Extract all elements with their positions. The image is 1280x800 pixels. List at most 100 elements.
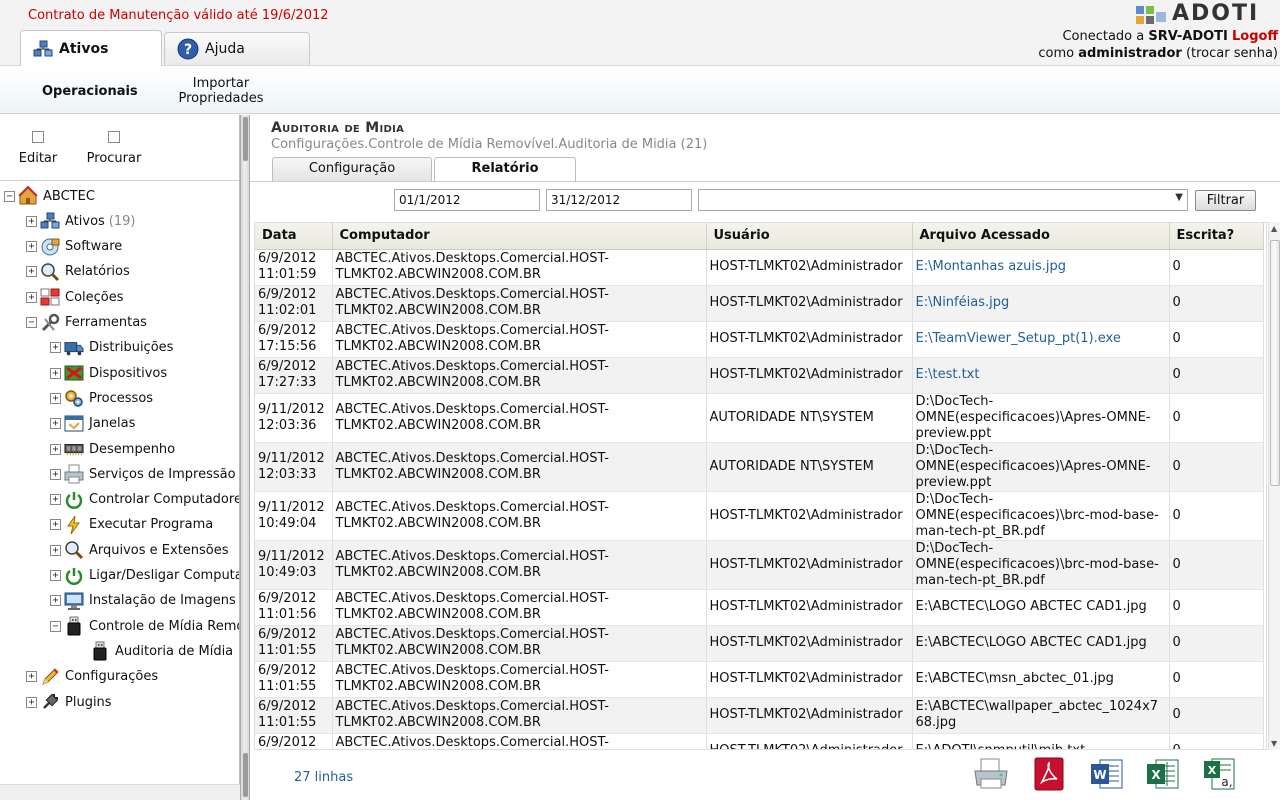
logoff-link[interactable]: Logoff bbox=[1232, 29, 1278, 44]
expand-icon[interactable]: + bbox=[26, 696, 37, 708]
expand-icon[interactable]: + bbox=[50, 418, 61, 430]
cell-file[interactable]: E:\test.txt bbox=[912, 357, 1170, 394]
splitter-grip-top[interactable] bbox=[243, 117, 248, 161]
export-excel-button[interactable]: X bbox=[1144, 755, 1182, 793]
tree-item-ligar-desligar-computadores[interactable]: + Ligar/Desligar Computadores bbox=[50, 565, 239, 587]
export-word-button[interactable]: W bbox=[1088, 755, 1126, 793]
tree-item-distribuições[interactable]: + Distribuições bbox=[50, 337, 173, 359]
expand-icon[interactable]: + bbox=[50, 544, 61, 556]
tab-ajuda[interactable]: ? Ajuda bbox=[164, 32, 310, 65]
cell-file[interactable]: E:\Ninféias.jpg bbox=[912, 285, 1170, 322]
print-button[interactable] bbox=[972, 755, 1010, 793]
filter-select[interactable]: ▼ bbox=[698, 189, 1188, 211]
expand-icon[interactable]: + bbox=[50, 342, 61, 354]
export-pdf-button[interactable] bbox=[1030, 755, 1068, 793]
date-from-input[interactable]: 01/1/2012 bbox=[394, 189, 540, 211]
collapse-icon[interactable]: − bbox=[4, 190, 15, 202]
expand-icon[interactable]: + bbox=[50, 519, 61, 531]
collapse-icon[interactable]: − bbox=[26, 317, 37, 328]
expand-icon[interactable]: + bbox=[50, 392, 61, 404]
tree-item-plugins[interactable]: + Plugins bbox=[26, 691, 112, 713]
export-csv-button[interactable]: X a, bbox=[1202, 755, 1240, 793]
tab-relatorio[interactable]: Relatório bbox=[434, 157, 576, 182]
printer-icon bbox=[64, 464, 84, 484]
scroll-thumb[interactable] bbox=[1270, 240, 1280, 486]
collapse-icon[interactable]: − bbox=[50, 620, 61, 632]
expand-icon[interactable]: + bbox=[50, 494, 61, 506]
search-button[interactable]: Procurar bbox=[85, 131, 143, 166]
cell-write: 0 bbox=[1169, 393, 1264, 443]
cell-user: HOST-TLMKT02\Administrador bbox=[706, 540, 913, 590]
tree-item-arquivos-e-extensões[interactable]: + Arquivos e Extensões bbox=[50, 539, 229, 561]
table-row[interactable]: 6/9/2012 11:01:56 ABCTEC.Ativos.Desktops.… bbox=[255, 589, 1264, 626]
tree-item-abctec[interactable]: − ABCTEC bbox=[4, 185, 95, 207]
expand-icon[interactable]: + bbox=[50, 570, 61, 581]
expand-icon[interactable]: + bbox=[50, 468, 61, 480]
expand-icon[interactable]: + bbox=[50, 443, 61, 455]
tree-item-ativos[interactable]: + Ativos (19) bbox=[26, 210, 135, 232]
table-row[interactable]: 9/11/2012 10:49:03 ABCTEC.Ativos.Desktops… bbox=[255, 540, 1264, 590]
tree-item-executar-programa[interactable]: + Executar Programa bbox=[50, 514, 213, 536]
date-to-input[interactable]: 31/12/2012 bbox=[546, 189, 692, 211]
table-vertical-scrollbar[interactable]: ▲ ▼ bbox=[1268, 222, 1280, 750]
table-row[interactable]: 6/9/2012 17:27:35ABCTEC.Ativos.Desktops.… bbox=[255, 733, 1264, 749]
excel-csv-icon: X a, bbox=[1204, 758, 1235, 790]
cell-file[interactable]: E:\Montanhas azuis.jpg bbox=[912, 249, 1170, 286]
tree-item-ferramentas[interactable]: − Ferramentas bbox=[26, 312, 147, 334]
tree-item-instalação-de-imagens[interactable]: + Instalação de Imagens bbox=[50, 590, 236, 612]
edit-button[interactable]: Editar bbox=[18, 131, 58, 166]
tree-item-janelas[interactable]: + Janelas bbox=[50, 413, 135, 435]
column-header-computador[interactable]: Computador bbox=[332, 223, 707, 250]
expand-icon[interactable]: + bbox=[26, 266, 37, 278]
column-header-usuario[interactable]: Usuário bbox=[706, 223, 913, 250]
table-row[interactable]: 6/9/2012 11:01:55 ABCTEC.Ativos.Desktops.… bbox=[255, 697, 1264, 734]
tab-ativos[interactable]: Ativos bbox=[20, 30, 162, 67]
tree-item-software[interactable]: + Software bbox=[26, 236, 122, 258]
panel-splitter[interactable] bbox=[240, 115, 250, 800]
expand-icon[interactable]: + bbox=[26, 215, 37, 227]
audit-table: Data Computador Usuário Arquivo Acessado… bbox=[254, 222, 1267, 750]
expand-icon[interactable]: + bbox=[50, 367, 61, 379]
cell-file[interactable]: E:\TeamViewer_Setup_pt(1).exe bbox=[912, 321, 1170, 358]
table-row[interactable]: 6/9/2012 11:01:59 ABCTEC.Ativos.Desktops.… bbox=[255, 249, 1264, 286]
filter-button[interactable]: Filtrar bbox=[1195, 190, 1256, 211]
plugin-icon bbox=[40, 692, 60, 712]
column-header-arquivo[interactable]: Arquivo Acessado bbox=[912, 223, 1170, 250]
table-row[interactable]: 6/9/2012 11:02:01 ABCTEC.Ativos.Desktops.… bbox=[255, 285, 1264, 322]
table-row[interactable]: 6/9/2012 11:01:55 ABCTEC.Ativos.Desktops.… bbox=[255, 661, 1264, 698]
tab-configuracao[interactable]: Configuração bbox=[272, 157, 432, 181]
tree-item-coleções[interactable]: + Coleções bbox=[26, 286, 124, 308]
tree-item-auditoria-de-mídia[interactable]: Auditoria de Mídia bbox=[90, 640, 233, 662]
table-row[interactable]: 6/9/2012 17:15:56 ABCTEC.Ativos.Desktops.… bbox=[255, 321, 1264, 358]
tree-item-processos[interactable]: + Processos bbox=[50, 387, 153, 409]
tree-item-controlar-computadores[interactable]: + Controlar Computadores bbox=[50, 489, 239, 511]
subnav-importar-propriedades[interactable]: Importar Propriedades bbox=[176, 76, 266, 106]
cell-computer: ABCTEC.Ativos.Desktops.Comercial.HOST-TL… bbox=[332, 589, 707, 626]
table-row[interactable]: 6/9/2012 17:27:33 ABCTEC.Ativos.Desktops.… bbox=[255, 357, 1264, 394]
tree-item-configurações[interactable]: + Configurações bbox=[26, 666, 158, 688]
expand-icon[interactable]: + bbox=[26, 291, 37, 303]
table-row[interactable]: 9/11/2012 12:03:36 ABCTEC.Ativos.Desktops… bbox=[255, 393, 1264, 443]
tree-item-relatórios[interactable]: + Relatórios bbox=[26, 261, 130, 283]
left-horizontal-scrollbar[interactable] bbox=[0, 784, 240, 800]
scroll-down-icon[interactable]: ▼ bbox=[1271, 739, 1277, 748]
tree-item-serviços-de-impressão[interactable]: + Serviços de Impressão bbox=[50, 463, 236, 485]
tree-item-controle-de-mídia-removível[interactable]: − Controle de Mídia Removível bbox=[50, 615, 239, 637]
expand-icon[interactable]: + bbox=[26, 671, 37, 683]
splitter-grip-bottom[interactable] bbox=[243, 753, 248, 797]
table-row[interactable]: 9/11/2012 12:03:33 ABCTEC.Ativos.Desktops… bbox=[255, 442, 1264, 492]
column-header-data[interactable]: Data bbox=[255, 223, 333, 250]
expand-icon[interactable]: + bbox=[50, 595, 61, 607]
change-password-link[interactable]: (trocar senha) bbox=[1186, 46, 1278, 61]
cell-date: 6/9/2012 17:15:56 bbox=[255, 321, 333, 358]
scroll-up-icon[interactable]: ▲ bbox=[1271, 224, 1277, 233]
tree-item-dispositivos[interactable]: + Dispositivos bbox=[50, 362, 167, 384]
subnav-operacionais[interactable]: Operacionais bbox=[42, 84, 138, 99]
table-row[interactable]: 9/11/2012 10:49:04 ABCTEC.Ativos.Desktops… bbox=[255, 491, 1264, 541]
cell-computer: ABCTEC.Ativos.Desktops.Comercial.HOST-TL… bbox=[332, 285, 707, 322]
cell-file: D:\DocTech-OMNE(especificacoes)\Apres-OM… bbox=[912, 442, 1170, 492]
tree-item-desempenho[interactable]: + Desempenho bbox=[50, 438, 175, 460]
expand-icon[interactable]: + bbox=[26, 241, 37, 253]
table-row[interactable]: 6/9/2012 11:01:55 ABCTEC.Ativos.Desktops.… bbox=[255, 625, 1264, 662]
column-header-escrita[interactable]: Escrita? bbox=[1169, 223, 1264, 250]
